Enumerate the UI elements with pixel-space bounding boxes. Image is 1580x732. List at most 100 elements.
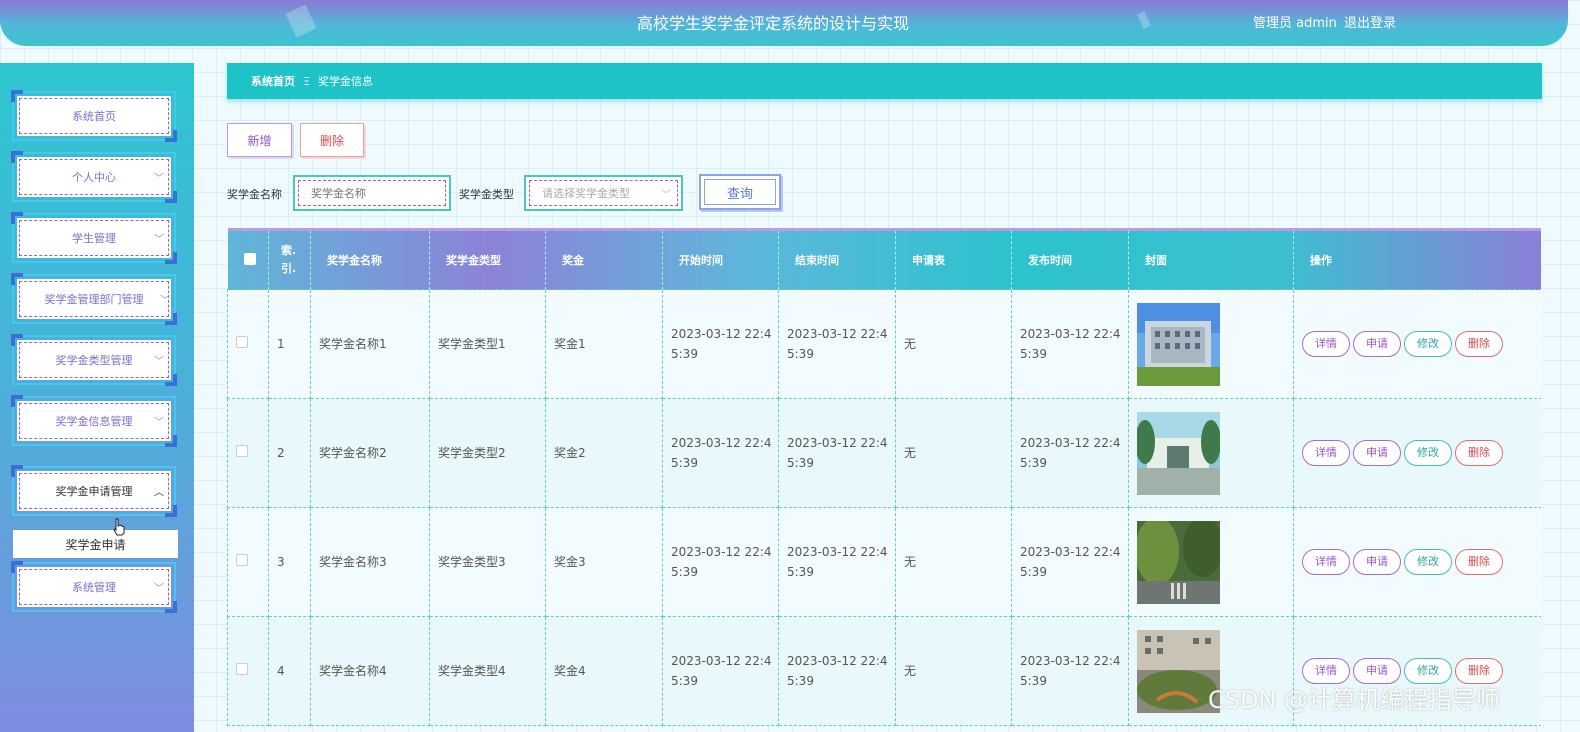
add-button[interactable]: 新增	[227, 123, 292, 157]
sidebar-item-info[interactable]: 奖学金信息管理 ﹀	[11, 395, 177, 447]
time-line: 5:39	[671, 565, 698, 579]
sidebar-item-types[interactable]: 奖学金类型管理 ﹀	[11, 334, 177, 386]
row-form: 无	[895, 289, 1012, 399]
breadcrumb-current: 奖学金信息	[317, 75, 373, 88]
sidebar-item-students[interactable]: 学生管理 ﹀	[11, 212, 177, 264]
row-form: 无	[895, 398, 1012, 508]
name-search-input[interactable]	[298, 180, 446, 206]
column-header-name[interactable]: 奖学金名称	[310, 228, 430, 290]
row-delete-button[interactable]: 删除	[1455, 440, 1503, 466]
top-header: 高校学生奖学金评定系统的设计与实现 管理员 admin 退出登录	[0, 0, 1568, 46]
sidebar-item-label: 学生管理	[17, 218, 171, 258]
sidebar-item-home[interactable]: 系统首页	[11, 90, 177, 142]
row-checkbox[interactable]	[236, 336, 248, 348]
select-all-checkbox[interactable]	[243, 252, 256, 265]
row-index: 1	[268, 289, 311, 399]
time-line: 5:39	[787, 565, 814, 579]
time-line: 5:39	[787, 456, 814, 470]
row-bonus: 奖金4	[545, 616, 663, 726]
time-line: 2023-03-12 22:4	[787, 654, 888, 668]
table-row: 2 奖学金名称2 奖学金类型2 奖金2 2023-03-12 22:4 5:39 …	[227, 398, 1541, 508]
watermark: CSDN @计算机编程指导师	[1208, 686, 1501, 714]
time-line: 5:39	[1020, 674, 1047, 688]
column-header-form[interactable]: 申请表	[895, 228, 1012, 290]
detail-button[interactable]: 详情	[1302, 440, 1350, 466]
row-delete-button[interactable]: 删除	[1455, 331, 1503, 357]
apply-button[interactable]: 申请	[1353, 440, 1401, 466]
sidebar-item-label: 奖学金信息管理	[17, 401, 171, 441]
row-bonus: 奖金3	[545, 507, 663, 617]
cover-image[interactable]	[1137, 520, 1220, 604]
time-line: 2023-03-12 22:4	[671, 436, 772, 450]
time-line: 5:39	[1020, 347, 1047, 361]
time-line: 2023-03-12 22:4	[671, 654, 772, 668]
time-line: 5:39	[787, 347, 814, 361]
chevron-down-icon: ﹀	[154, 417, 164, 429]
cover-image[interactable]	[1137, 302, 1220, 386]
column-header-published[interactable]: 发布时间	[1011, 228, 1129, 290]
column-header-type[interactable]: 奖学金类型	[429, 228, 546, 290]
time-line: 2023-03-12 22:4	[671, 545, 772, 559]
apply-button[interactable]: 申请	[1353, 331, 1401, 357]
edit-button[interactable]: 修改	[1404, 549, 1452, 575]
time-line: 5:39	[671, 456, 698, 470]
row-name: 奖学金名称4	[310, 616, 430, 726]
name-search-field	[293, 175, 451, 211]
apply-button[interactable]: 申请	[1353, 549, 1401, 575]
column-header-start[interactable]: 开始时间	[662, 228, 779, 290]
index-header-line: 索.	[281, 244, 297, 257]
row-index: 3	[268, 507, 311, 617]
chevron-up-icon: ︿	[154, 487, 164, 499]
row-bonus: 奖金2	[545, 398, 663, 508]
row-checkbox[interactable]	[236, 554, 248, 566]
row-index: 2	[268, 398, 311, 508]
sidebar-item-departments[interactable]: 奖学金管理部门管理 ﹀	[11, 273, 177, 325]
row-cover	[1128, 507, 1294, 617]
time-line: 5:39	[1020, 565, 1047, 579]
scholarship-table: 索. 引. 奖学金名称 奖学金类型 奖金 开始时间 结束时间 申请表 发布时间 …	[227, 228, 1541, 732]
time-line: 2023-03-12 22:4	[1020, 327, 1121, 341]
row-form: 无	[895, 616, 1012, 726]
index-header-line: 引.	[281, 262, 297, 275]
detail-button[interactable]: 详情	[1302, 331, 1350, 357]
time-line: 5:39	[671, 674, 698, 688]
sidebar-item-label: 系统首页	[17, 96, 171, 136]
row-name: 奖学金名称2	[310, 398, 430, 508]
chevron-down-icon: ﹀	[160, 295, 170, 307]
column-header-bonus[interactable]: 奖金	[545, 228, 663, 290]
row-end-time: 2023-03-12 22:4 5:39	[778, 289, 896, 399]
query-button[interactable]: 查询	[699, 174, 781, 210]
column-header-cover: 封面	[1128, 228, 1294, 290]
time-line: 5:39	[1020, 456, 1047, 470]
edit-button[interactable]: 修改	[1404, 440, 1452, 466]
table-row: 1 奖学金名称1 奖学金类型1 奖金1 2023-03-12 22:4 5:39 …	[227, 289, 1541, 399]
sidebar-item-system[interactable]: 系统管理 ﹀	[11, 561, 177, 613]
row-published-time: 2023-03-12 22:4 5:39	[1011, 289, 1129, 399]
breadcrumb-home[interactable]: 系统首页	[251, 73, 295, 89]
row-type: 奖学金类型3	[429, 507, 546, 617]
column-header-end[interactable]: 结束时间	[778, 228, 896, 290]
sidebar-subitem-apply[interactable]: 奖学金申请	[13, 530, 178, 558]
detail-button[interactable]: 详情	[1302, 549, 1350, 575]
time-line: 2023-03-12 22:4	[787, 327, 888, 341]
row-end-time: 2023-03-12 22:4 5:39	[778, 507, 896, 617]
chevron-down-icon: ﹀	[154, 234, 164, 246]
row-bonus: 奖金1	[545, 289, 663, 399]
edit-button[interactable]: 修改	[1404, 331, 1452, 357]
sidebar-item-applications[interactable]: 奖学金申请管理 ︿	[11, 465, 177, 517]
logout-link[interactable]: 退出登录	[1344, 12, 1396, 31]
sidebar-item-label: 奖学金管理部门管理	[17, 279, 171, 319]
type-select[interactable]: 请选择奖学金类型 ﹀	[524, 175, 683, 211]
cover-image[interactable]	[1137, 411, 1220, 495]
row-checkbox[interactable]	[236, 663, 248, 675]
time-line: 2023-03-12 22:4	[787, 436, 888, 450]
column-header-actions: 操作	[1293, 228, 1541, 290]
delete-button[interactable]: 删除	[300, 123, 364, 157]
query-button-label: 查询	[704, 179, 776, 205]
row-delete-button[interactable]: 删除	[1455, 549, 1503, 575]
sidebar-item-profile[interactable]: 个人中心 ﹀	[11, 151, 177, 203]
row-checkbox[interactable]	[236, 445, 248, 457]
chevron-down-icon: ﹀	[661, 190, 671, 201]
breadcrumb: 系统首页 Ξ 奖学金信息	[227, 63, 1542, 99]
table-row: 3 奖学金名称3 奖学金类型3 奖金3 2023-03-12 22:4 5:39 …	[227, 507, 1541, 617]
